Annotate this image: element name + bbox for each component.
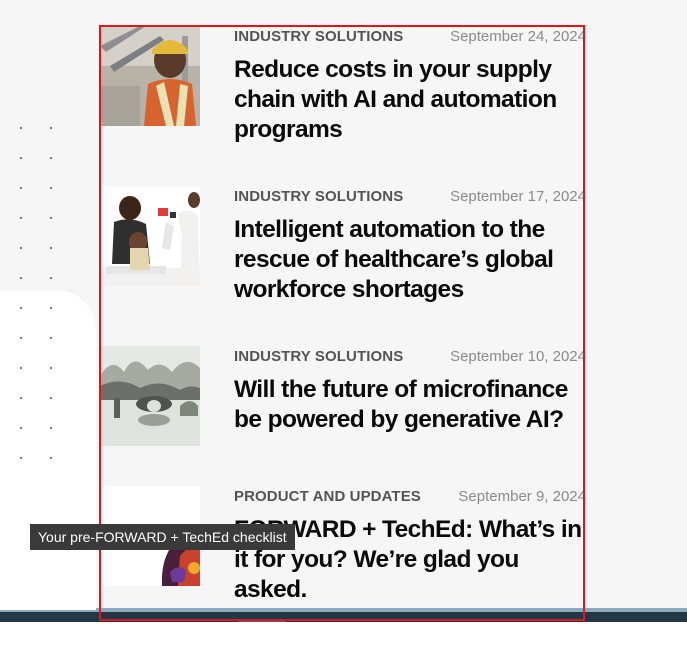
decorative-dot [50,217,52,219]
article-category[interactable]: INDUSTRY SOLUTIONS [234,348,403,365]
article-category[interactable]: PRODUCT AND UPDATES [234,488,421,505]
article-card[interactable]: PRODUCT AND UPDATES September 9, 2024 FO… [100,486,586,621]
doctor-patient-photo[interactable] [100,186,200,286]
worker-hardhat-photo[interactable] [100,26,200,126]
decorative-dot [20,127,22,129]
decorative-dot [50,247,52,249]
article-title[interactable]: Will the future of microfinance be power… [234,375,586,435]
decorative-dot [50,397,52,399]
misty-river-bridge-photo[interactable] [100,346,200,446]
decorative-dot [50,367,52,369]
article-title[interactable]: Intelligent automation to the rescue of … [234,215,586,305]
article-meta: INDUSTRY SOLUTIONS September 10, 2024 [234,348,586,366]
decorative-dot [20,277,22,279]
decorative-dot [20,187,22,189]
article-date: September 17, 2024 [450,188,586,205]
decorative-dot [50,307,52,309]
article-meta: PRODUCT AND UPDATES September 9, 2024 [234,488,586,506]
decorative-dot [20,367,22,369]
decorative-dot [50,187,52,189]
decorative-dot [50,277,52,279]
article-date: September 9, 2024 [458,488,586,505]
decorative-dot [20,457,22,459]
decorative-dot [20,397,22,399]
decorative-dot [20,157,22,159]
decorative-dot [50,457,52,459]
decorative-dot [50,427,52,429]
decorative-dot [50,157,52,159]
article-date: September 10, 2024 [450,348,586,365]
article-title[interactable]: Reduce costs in your supply chain with A… [234,55,586,145]
link-tooltip: Your pre-FORWARD + TechEd checklist [30,524,295,550]
article-card[interactable]: INDUSTRY SOLUTIONS September 17, 2024 In… [100,186,586,346]
decorative-dot [20,217,22,219]
decorative-dot [50,127,52,129]
article-category[interactable]: INDUSTRY SOLUTIONS [234,188,403,205]
decorative-dot [20,307,22,309]
scroll-indicator [238,620,286,622]
article-date: September 24, 2024 [450,28,586,45]
article-meta: INDUSTRY SOLUTIONS September 17, 2024 [234,188,586,206]
decorative-dot [20,247,22,249]
article-meta: INDUSTRY SOLUTIONS September 24, 2024 [234,28,586,46]
decorative-dot [50,337,52,339]
decorative-white-shape [0,290,96,610]
decorative-dot [20,427,22,429]
page-bottom-area [0,622,687,649]
article-card[interactable]: INDUSTRY SOLUTIONS September 10, 2024 Wi… [100,346,586,506]
article-category[interactable]: INDUSTRY SOLUTIONS [234,28,403,45]
article-card[interactable]: INDUSTRY SOLUTIONS September 24, 2024 Re… [100,26,586,186]
decorative-dot [20,337,22,339]
